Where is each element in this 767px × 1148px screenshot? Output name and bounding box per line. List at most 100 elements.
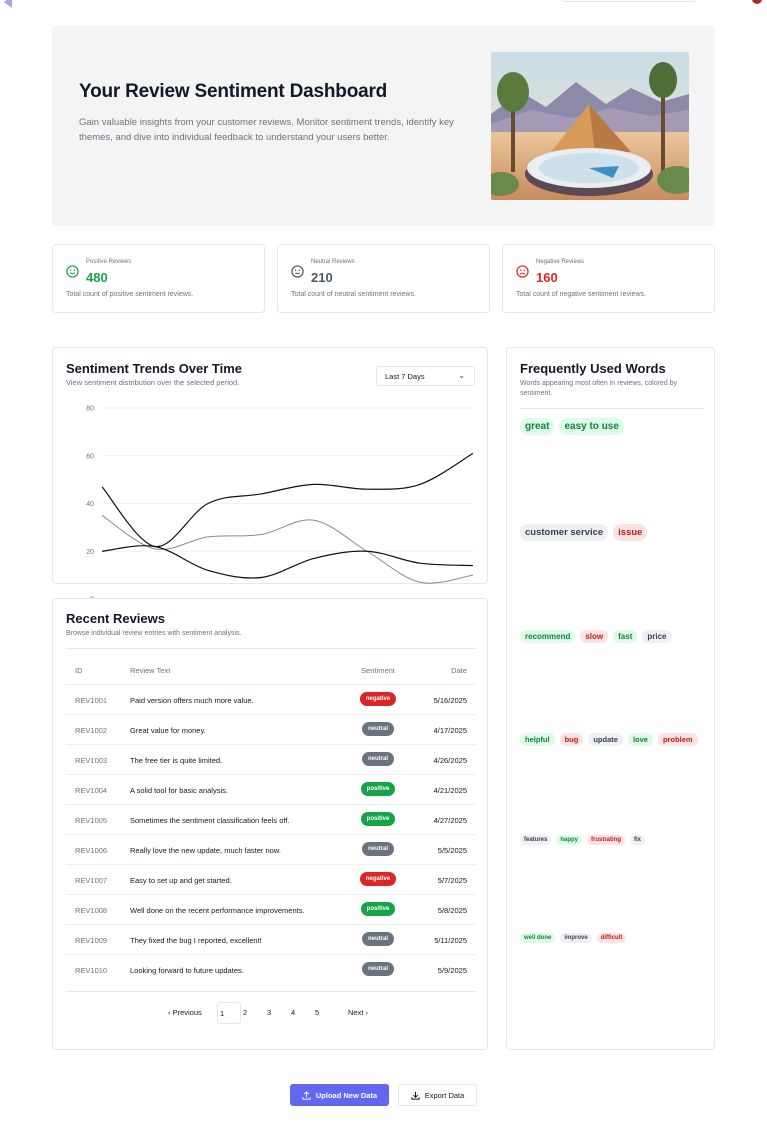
- review-id: REV1010: [75, 966, 108, 975]
- review-text: Looking forward to future updates.: [130, 966, 244, 975]
- column-header-id: ID: [75, 666, 83, 675]
- review-id: REV1004: [75, 786, 108, 795]
- sentiment-cell: negative: [348, 872, 408, 886]
- trend-subtitle: View sentiment distribution over the sel…: [66, 378, 240, 387]
- review-text: Great value for money.: [130, 726, 206, 735]
- reviews-subtitle: Browse individual review entries with se…: [66, 630, 242, 637]
- table-row[interactable]: REV1008 Well done on the recent performan…: [66, 894, 476, 924]
- word-tag[interactable]: features: [520, 835, 552, 845]
- word-tag[interactable]: easy to use: [559, 418, 624, 435]
- review-text: Well done on the recent performance impr…: [130, 906, 305, 915]
- review-id: REV1009: [75, 936, 108, 945]
- series-line-2: [101, 515, 474, 584]
- download-icon: [411, 1091, 420, 1100]
- period-select[interactable]: Last 7 Days ⌄: [376, 366, 475, 386]
- review-date: 5/9/2025: [437, 966, 467, 975]
- frown-icon: [516, 265, 529, 278]
- page-1-button[interactable]: 1: [217, 1002, 241, 1024]
- period-select-value: Last 7 Days: [385, 372, 425, 381]
- sentiment-badge: neutral: [361, 722, 394, 736]
- word-tag[interactable]: bug: [559, 733, 584, 746]
- frequent-words-card: Frequently Used Words Words appearing mo…: [506, 347, 715, 1050]
- word-row: features happy frustrating fix: [520, 835, 646, 845]
- word-tag[interactable]: helpful: [520, 733, 555, 746]
- review-text: Paid version offers much more value.: [130, 696, 254, 705]
- stat-value: 480: [86, 270, 108, 285]
- review-date: 4/27/2025: [433, 816, 467, 825]
- stat-description: Total count of positive sentiment review…: [66, 291, 194, 298]
- sentiment-cell: neutral: [348, 842, 408, 856]
- word-tag[interactable]: happy: [556, 835, 583, 845]
- sentiment-badge: positive: [360, 902, 396, 916]
- neutral-stat-card: Neutral Reviews 210 Total count of neutr…: [277, 244, 490, 313]
- word-tag[interactable]: fix: [630, 835, 646, 845]
- word-tag[interactable]: update: [588, 733, 623, 746]
- page-3-button[interactable]: 3: [267, 1008, 271, 1017]
- word-tag[interactable]: fast: [613, 630, 638, 643]
- table-row[interactable]: REV1007 Easy to set up and get started. ne…: [66, 864, 476, 894]
- word-tag[interactable]: great: [520, 418, 555, 435]
- sentiment-badge: neutral: [361, 932, 394, 946]
- sentiment-cell: positive: [348, 902, 408, 916]
- word-tag[interactable]: customer service: [520, 524, 609, 541]
- word-tag[interactable]: slow: [580, 630, 609, 643]
- table-row[interactable]: REV1003 The free tier is quite limited. ne…: [66, 744, 476, 774]
- column-header-sentiment: Sentiment: [361, 666, 395, 675]
- trend-title: Sentiment Trends Over Time: [66, 361, 243, 376]
- table-row[interactable]: REV1005 Sometimes the sentiment classific…: [66, 804, 476, 834]
- sentiment-badge: negative: [359, 872, 397, 886]
- user-avatar[interactable]: [752, 0, 762, 4]
- upload-data-label: Upload New Data: [315, 1090, 378, 1100]
- sentiment-cell: neutral: [348, 932, 408, 946]
- review-id: REV1001: [75, 696, 108, 705]
- review-date: 5/11/2025: [434, 936, 467, 945]
- top-bar: [0, 0, 767, 10]
- review-id: REV1005: [75, 816, 108, 825]
- word-tag[interactable]: recommend: [520, 630, 576, 643]
- upload-icon: [302, 1090, 311, 1100]
- smile-icon: [66, 265, 79, 278]
- review-date: 4/21/2025: [433, 786, 467, 795]
- sentiment-trend-card: Sentiment Trends Over Time View sentimen…: [52, 347, 488, 601]
- word-tag[interactable]: frustrating: [587, 835, 626, 845]
- words-subtitle: Words appearing most often in reviews, c…: [520, 380, 678, 397]
- sentiment-cell: positive: [348, 782, 408, 796]
- table-row[interactable]: REV1004 A solid tool for basic analysis. p…: [66, 774, 476, 804]
- word-row: recommend slow fast price: [520, 630, 672, 643]
- review-id: REV1006: [75, 846, 108, 855]
- review-text: Really love the new update, much faster …: [130, 846, 281, 855]
- next-page-button[interactable]: Next ›: [348, 1008, 368, 1017]
- sentiment-cell: positive: [348, 812, 408, 826]
- series-line-3: [101, 545, 474, 579]
- page-5-button[interactable]: 5: [315, 1008, 319, 1017]
- top-search-field[interactable]: [560, 0, 698, 2]
- word-row: great easy to use: [520, 418, 624, 435]
- table-row[interactable]: REV1002 Great value for money. neutral 4/17…: [66, 714, 476, 744]
- table-row[interactable]: REV1006 Really love the new update, much …: [66, 834, 476, 864]
- word-tag[interactable]: improve: [560, 933, 592, 943]
- previous-page-button[interactable]: ‹ Previous: [168, 1008, 202, 1017]
- table-row[interactable]: REV1010 Looking forward to future updates…: [66, 954, 476, 984]
- word-tag[interactable]: price: [642, 630, 672, 643]
- review-text: Easy to set up and get started.: [130, 876, 232, 885]
- neutral-face-icon: [291, 265, 304, 278]
- back-arrow-icon[interactable]: [4, 0, 12, 8]
- stat-description: Total count of neutral sentiment reviews…: [291, 291, 416, 298]
- word-tag[interactable]: difficult: [596, 933, 627, 943]
- divider: [66, 648, 476, 649]
- page-4-button[interactable]: 4: [291, 1008, 295, 1017]
- upload-data-button[interactable]: Upload New Data: [290, 1084, 389, 1106]
- word-row: customer service issue: [520, 524, 648, 541]
- word-tag[interactable]: problem: [657, 733, 698, 746]
- page-2-button[interactable]: 2: [243, 1008, 247, 1017]
- sentiment-cell: negative: [348, 692, 408, 706]
- review-text: They fixed the bug I reported, excellent…: [130, 936, 262, 945]
- export-data-button[interactable]: Export Data: [398, 1084, 477, 1106]
- word-tag[interactable]: issue: [613, 524, 648, 541]
- word-tag[interactable]: love: [627, 733, 653, 746]
- sentiment-cell: neutral: [348, 752, 408, 766]
- stat-description: Total count of negative sentiment review…: [516, 291, 646, 298]
- table-row[interactable]: REV1009 They fixed the bug I reported, ex…: [66, 924, 476, 954]
- table-row[interactable]: REV1001 Paid version offers much more val…: [66, 684, 476, 714]
- word-tag[interactable]: well done: [520, 933, 556, 943]
